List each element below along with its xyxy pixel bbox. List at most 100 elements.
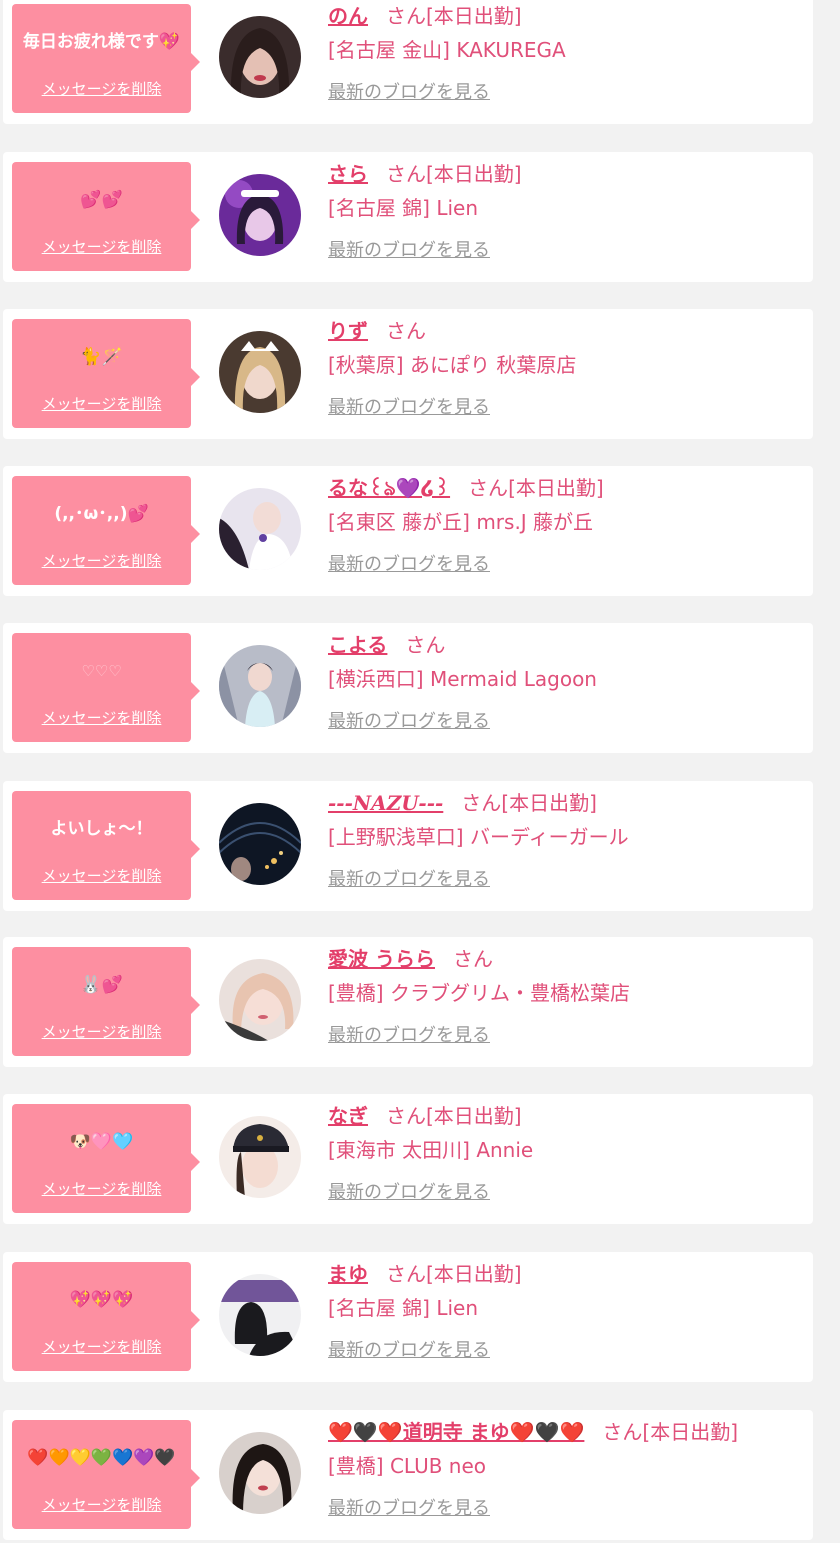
message-bubble: 🐰💕 メッセージを削除 (12, 947, 200, 1056)
girl-name-link[interactable]: りず (328, 319, 368, 343)
avatar[interactable] (219, 331, 301, 413)
girl-info: るな꒰ঌ💜໒꒱ さん[本日出勤] [名東区 藤が丘] mrs.J 藤が丘 最新のブ… (328, 472, 803, 576)
honorific: さん (452, 947, 493, 971)
girl-info: のん さん[本日出勤] [名古屋 金山] KAKUREGA 最新のブログを見る (328, 0, 803, 104)
message-bubble: 💕💕 メッセージを削除 (12, 162, 200, 271)
shop-name: [豊橋] CLUB neo (328, 1454, 487, 1478)
girl-name-link[interactable]: 愛波 うらら (328, 947, 435, 971)
shop-name: [秋葉原] あにぽり 秋葉原店 (328, 353, 577, 377)
girl-name-link[interactable]: なぎ (328, 1104, 368, 1128)
shop-name: [名古屋 金山] KAKUREGA (328, 38, 566, 62)
girl-name-link[interactable]: ---NAZU--- (328, 791, 443, 815)
shop-name: [横浜西口] Mermaid Lagoon (328, 667, 597, 691)
latest-blog-link[interactable]: 最新のブログを見る (328, 1494, 490, 1520)
avatar[interactable] (219, 959, 301, 1041)
delete-message-link[interactable]: メッセージを削除 (12, 1178, 191, 1199)
girl-info: なぎ さん[本日出勤] [東海市 太田川] Annie 最新のブログを見る (328, 1100, 803, 1204)
list-item: 💖💖💖 メッセージを削除 まゆ さん[本日出勤] [名古屋 錦] Lien 最新の… (3, 1252, 813, 1382)
honorific: さん (386, 162, 426, 186)
girl-info: 愛波 うらら さん [豊橋] クラブグリム・豊橋松葉店 最新のブログを見る (328, 943, 803, 1047)
delete-message-link[interactable]: メッセージを削除 (12, 236, 191, 257)
avatar[interactable] (219, 1432, 301, 1514)
latest-blog-link[interactable]: 最新のブログを見る (328, 1021, 490, 1047)
list-item: 毎日お疲れ様です💖 メッセージを削除 のん さん[本日出勤] [名古屋 金山] K… (3, 0, 813, 124)
girl-info: ❤️🖤❤️道明寺 まゆ❤️🖤❤️ さん[本日出勤] [豊橋] CLUB neo 最… (328, 1416, 803, 1520)
list-item: 🐰💕 メッセージを削除 愛波 うらら さん [豊橋] クラブグリム・豊橋松葉店 最… (3, 937, 813, 1067)
message-bubble: ♡♡♡ メッセージを削除 (12, 633, 200, 742)
delete-message-link[interactable]: メッセージを削除 (12, 1021, 191, 1042)
avatar[interactable] (219, 174, 301, 256)
list-item: ❤️🧡💛💚💙💜🖤 メッセージを削除 ❤️🖤❤️道明寺 まゆ❤️🖤❤️ さん[本日出… (3, 1410, 813, 1540)
girl-info: ---NAZU--- さん[本日出勤] [上野駅浅草口] バーディーガール 最新の… (328, 787, 803, 891)
honorific: さん (386, 1262, 426, 1286)
message-text: よいしょ〜！ (50, 818, 153, 839)
girl-info: こよる さん [横浜西口] Mermaid Lagoon 最新のブログを見る (328, 629, 803, 733)
message-text: (,,･ω･,,)💕 (54, 503, 149, 524)
girl-name-link[interactable]: こよる (328, 633, 387, 657)
delete-message-link[interactable]: メッセージを削除 (12, 78, 191, 99)
avatar[interactable] (219, 1274, 301, 1356)
avatar[interactable] (219, 1116, 301, 1198)
message-text: 毎日お疲れ様です💖 (22, 31, 181, 52)
shop-name: [上野駅浅草口] バーディーガール (328, 825, 629, 849)
honorific: さん (386, 319, 426, 343)
attendance-badge: [本日出勤] (508, 476, 604, 500)
list-item: よいしょ〜！ メッセージを削除 ---NAZU--- さん[本日出勤] [上野駅浅… (3, 781, 813, 911)
honorific: さん (405, 633, 446, 657)
girl-name-link[interactable]: るな꒰ঌ💜໒꒱ (328, 476, 450, 500)
message-bubble: 毎日お疲れ様です💖 メッセージを削除 (12, 4, 200, 113)
honorific: さん (386, 1104, 426, 1128)
message-text: 🐰💕 (80, 974, 123, 995)
latest-blog-link[interactable]: 最新のブログを見る (328, 1178, 490, 1204)
delete-message-link[interactable]: メッセージを削除 (12, 1336, 191, 1357)
avatar[interactable] (219, 488, 301, 570)
shop-name: [東海市 太田川] Annie (328, 1138, 534, 1162)
message-bubble: 🐈🪄 メッセージを削除 (12, 319, 200, 428)
shop-name: [名古屋 錦] Lien (328, 1296, 478, 1320)
avatar[interactable] (219, 803, 301, 885)
girl-info: まゆ さん[本日出勤] [名古屋 錦] Lien 最新のブログを見る (328, 1258, 803, 1362)
delete-message-link[interactable]: メッセージを削除 (12, 550, 191, 571)
delete-message-link[interactable]: メッセージを削除 (12, 865, 191, 886)
latest-blog-link[interactable]: 最新のブログを見る (328, 865, 490, 891)
attendance-badge: [本日出勤] (426, 162, 522, 186)
girl-name-link[interactable]: ❤️🖤❤️道明寺 まゆ❤️🖤❤️ (328, 1420, 584, 1444)
message-text: ♡♡♡ (81, 661, 122, 680)
honorific: さん (386, 4, 426, 28)
list-item: 🐈🪄 メッセージを削除 りず さん [秋葉原] あにぽり 秋葉原店 最新のブログを… (3, 309, 813, 439)
message-bubble: (,,･ω･,,)💕 メッセージを削除 (12, 476, 200, 585)
latest-blog-link[interactable]: 最新のブログを見る (328, 1336, 490, 1362)
honorific: さん (468, 476, 509, 500)
message-text: 🐶🩷🩵 (69, 1131, 134, 1152)
list-item: (,,･ω･,,)💕 メッセージを削除 るな꒰ঌ💜໒꒱ さん[本日出勤] [名東区… (3, 466, 813, 596)
attendance-badge: [本日出勤] (642, 1420, 738, 1444)
attendance-badge: [本日出勤] (426, 4, 522, 28)
message-text: ❤️🧡💛💚💙💜🖤 (27, 1447, 176, 1468)
message-text: 🐈🪄 (80, 346, 123, 367)
message-bubble: ❤️🧡💛💚💙💜🖤 メッセージを削除 (12, 1420, 200, 1529)
delete-message-link[interactable]: メッセージを削除 (12, 393, 191, 414)
latest-blog-link[interactable]: 最新のブログを見る (328, 393, 490, 419)
delete-message-link[interactable]: メッセージを削除 (12, 707, 191, 728)
girl-name-link[interactable]: のん (328, 4, 368, 28)
latest-blog-link[interactable]: 最新のブログを見る (328, 707, 490, 733)
latest-blog-link[interactable]: 最新のブログを見る (328, 550, 490, 576)
message-bubble: よいしょ〜！ メッセージを削除 (12, 791, 200, 900)
list-item: ♡♡♡ メッセージを削除 こよる さん [横浜西口] Mermaid Lagoon… (3, 623, 813, 753)
avatar[interactable] (219, 645, 301, 727)
message-bubble: 🐶🩷🩵 メッセージを削除 (12, 1104, 200, 1213)
attendance-badge: [本日出勤] (426, 1104, 522, 1128)
attendance-badge: [本日出勤] (426, 1262, 522, 1286)
message-text: 💕💕 (80, 189, 123, 210)
latest-blog-link[interactable]: 最新のブログを見る (328, 78, 490, 104)
shop-name: [名古屋 錦] Lien (328, 196, 478, 220)
shop-name: [名東区 藤が丘] mrs.J 藤が丘 (328, 510, 594, 534)
shop-name: [豊橋] クラブグリム・豊橋松葉店 (328, 981, 630, 1005)
message-text: 💖💖💖 (69, 1289, 134, 1310)
delete-message-link[interactable]: メッセージを削除 (12, 1494, 191, 1515)
latest-blog-link[interactable]: 最新のブログを見る (328, 236, 490, 262)
girl-name-link[interactable]: まゆ (328, 1262, 368, 1286)
avatar[interactable] (219, 16, 301, 98)
list-item: 🐶🩷🩵 メッセージを削除 なぎ さん[本日出勤] [東海市 太田川] Annie … (3, 1094, 813, 1224)
girl-name-link[interactable]: さら (328, 162, 368, 186)
